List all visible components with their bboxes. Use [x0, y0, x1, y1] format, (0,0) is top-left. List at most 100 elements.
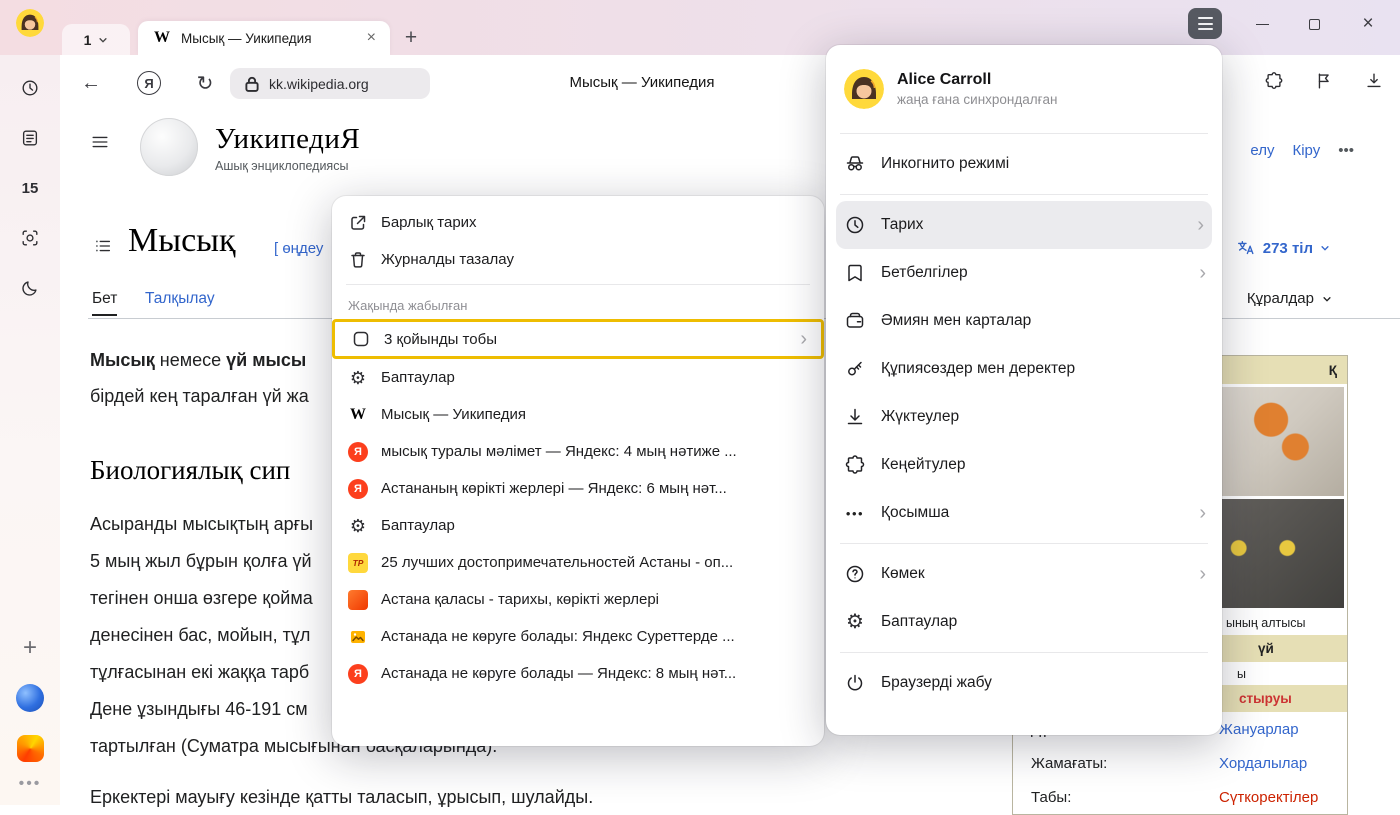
- back-button[interactable]: ←: [78, 70, 104, 96]
- wiki-header-more-icon[interactable]: •••: [1338, 142, 1354, 159]
- wiki-contents-icon[interactable]: [93, 236, 113, 261]
- wiki-brand-title: УикипедиЯ: [215, 123, 360, 156]
- menu-item-wallet[interactable]: Әмиян мен карталар: [826, 297, 1222, 345]
- menu-item-passwords[interactable]: Құпиясөздер мен деректер: [826, 345, 1222, 393]
- menu-item-label: Барлық тарих: [381, 214, 810, 231]
- menu-item-downloads[interactable]: Жүктеулер: [826, 393, 1222, 441]
- menu-item-bookmarks[interactable]: Бетбелгілер ›: [826, 249, 1222, 297]
- collections-flag-icon[interactable]: [1314, 69, 1334, 93]
- wiki-language-button[interactable]: 273 тіл: [1236, 238, 1330, 258]
- menu-item-label: Инкогнито режимі: [881, 155, 1206, 173]
- menu-item-history-entry[interactable]: Астанада не көруге болады: Яндекс Суретт…: [332, 618, 824, 655]
- wikipedia-favicon-icon: W: [152, 28, 172, 48]
- minimize-button[interactable]: [1247, 10, 1277, 38]
- chevron-down-icon: [1320, 243, 1330, 253]
- clock-icon: [844, 214, 866, 236]
- wikipedia-globe-logo[interactable]: [140, 118, 198, 176]
- url-text: kk.wikipedia.org: [269, 76, 369, 92]
- menu-item-close-browser[interactable]: Браузерді жабу: [826, 659, 1222, 707]
- window-close-button[interactable]: ×: [1353, 10, 1383, 38]
- lock-icon: [242, 74, 262, 94]
- taxo-value-link[interactable]: Хордалылар: [1219, 755, 1307, 772]
- wiki-login-link[interactable]: Кіру: [1292, 142, 1320, 159]
- yandex-favicon-icon: Я: [348, 442, 368, 462]
- menu-separator: [840, 194, 1208, 195]
- menu-item-history-entry[interactable]: TP 25 лучших достопримечательностей Аста…: [332, 544, 824, 581]
- address-bar[interactable]: kk.wikipedia.org: [230, 68, 430, 99]
- menu-item-all-history[interactable]: Барлық тарих: [332, 204, 824, 241]
- tab-close-icon[interactable]: ×: [363, 28, 380, 48]
- menu-item-settings[interactable]: ⚙ Баптаулар: [332, 507, 824, 544]
- menu-item-history-entry[interactable]: Астана қаласы - тарихы, көрікті жерлері: [332, 581, 824, 618]
- wiki-language-count: 273 тіл: [1263, 240, 1313, 257]
- menu-item-history-entry[interactable]: Я Астанада не көруге болады — Яндекс: 8 …: [332, 655, 824, 692]
- incognito-icon: [844, 153, 866, 175]
- profile-avatar[interactable]: [16, 9, 44, 37]
- yandex-start-logo-icon[interactable]: [13, 731, 47, 765]
- wiki-signup-link[interactable]: елу: [1250, 142, 1274, 159]
- menu-item-more[interactable]: ••• Қосымша ›: [826, 489, 1222, 537]
- menu-item-label: Бетбелгілер: [881, 264, 1184, 282]
- notes-panel-icon[interactable]: [13, 121, 47, 155]
- menu-item-history-entry[interactable]: W Мысық — Уикипедия: [332, 396, 824, 433]
- browser-tab[interactable]: W Мысық — Уикипедия ×: [138, 21, 390, 55]
- tab-counter-button[interactable]: 1: [62, 24, 130, 55]
- sidebar-add-icon[interactable]: +: [13, 631, 47, 665]
- menu-item-settings[interactable]: ⚙ Баптаулар: [332, 359, 824, 396]
- menu-item-incognito[interactable]: Инкогнито режимі: [826, 140, 1222, 188]
- site-favicon-icon: [348, 590, 368, 610]
- wiki-brand[interactable]: УикипедиЯ Ашық энциклопедиясы: [215, 123, 360, 173]
- menu-item-label: Тарих: [881, 216, 1182, 234]
- image-favicon-icon: [348, 627, 368, 647]
- extensions-toolbar-icon[interactable]: [1264, 69, 1284, 93]
- taxo-value-link[interactable]: Жануарлар: [1219, 721, 1299, 738]
- new-tab-button[interactable]: +: [398, 26, 424, 50]
- tab-title: Мысық — Уикипедия: [181, 31, 354, 46]
- menu-section-header: Жақында жабылған: [332, 291, 824, 319]
- wiki-tools-label: Құралдар: [1247, 290, 1314, 307]
- menu-item-label: Журналды тазалау: [381, 251, 810, 268]
- wiki-tools-button[interactable]: Құралдар: [1247, 290, 1332, 307]
- menu-item-history[interactable]: Тарих ›: [836, 201, 1212, 249]
- chevron-right-icon: ›: [1199, 263, 1206, 283]
- yandex-browser-logo-icon[interactable]: [13, 681, 47, 715]
- taxo-value-redlink[interactable]: Сүткоректілер: [1219, 789, 1318, 806]
- menu-item-tab-group[interactable]: 3 қойынды тобы ›: [332, 319, 824, 359]
- wiki-tab-talk[interactable]: Талқылау: [145, 290, 215, 308]
- menu-item-history-entry[interactable]: Я мысық туралы мәлімет — Яндекс: 4 мың н…: [332, 433, 824, 470]
- taxo-label: Табы:: [1013, 789, 1219, 806]
- menu-item-label: Баптаулар: [881, 613, 1206, 631]
- gear-icon: ⚙: [844, 612, 866, 632]
- left-sidebar: 15 + •••: [0, 55, 60, 805]
- sidebar-more-icon[interactable]: •••: [19, 775, 42, 793]
- menu-item-label: Браузерді жабу: [881, 674, 1206, 692]
- dark-mode-icon[interactable]: [13, 271, 47, 305]
- reload-button[interactable]: ↻: [192, 70, 218, 96]
- downloads-toolbar-icon[interactable]: [1364, 69, 1384, 93]
- menu-item-label: Астанада не көруге болады: Яндекс Суретт…: [381, 628, 810, 645]
- article-title: Мысық: [128, 222, 236, 260]
- browser-menu-button[interactable]: [1188, 8, 1222, 39]
- menu-item-label: Баптаулар: [381, 517, 810, 534]
- menu-item-history-entry[interactable]: Я Астананың көрікті жерлері — Яндекс: 6 …: [332, 470, 824, 507]
- maximize-button[interactable]: [1299, 10, 1329, 38]
- screenshot-icon[interactable]: [13, 221, 47, 255]
- menu-item-help[interactable]: Көмек ›: [826, 550, 1222, 598]
- edit-link[interactable]: [ өңдеу: [274, 240, 323, 257]
- more-dots-icon: •••: [844, 506, 866, 521]
- chevron-right-icon: ›: [1199, 564, 1206, 584]
- yandex-search-icon[interactable]: Я: [136, 70, 162, 96]
- menu-item-settings[interactable]: ⚙ Баптаулар: [826, 598, 1222, 646]
- download-icon: [844, 406, 866, 428]
- tab-counter-value: 1: [84, 32, 92, 48]
- tab-count-badge[interactable]: 15: [13, 171, 47, 205]
- section-heading: Биологиялық сип: [90, 455, 290, 486]
- profile-row[interactable]: Alice Carroll жаңа ғана синхрондалған: [826, 51, 1222, 127]
- history-panel-icon[interactable]: [13, 71, 47, 105]
- menu-item-clear-journal[interactable]: Журналды тазалау: [332, 241, 824, 278]
- chevron-right-icon: ›: [1199, 503, 1206, 523]
- wiki-tab-page[interactable]: Бет: [92, 290, 117, 316]
- wiki-hamburger-icon[interactable]: [90, 132, 110, 157]
- menu-item-extensions[interactable]: Кеңейтулер: [826, 441, 1222, 489]
- wikipedia-favicon-icon: W: [348, 405, 368, 425]
